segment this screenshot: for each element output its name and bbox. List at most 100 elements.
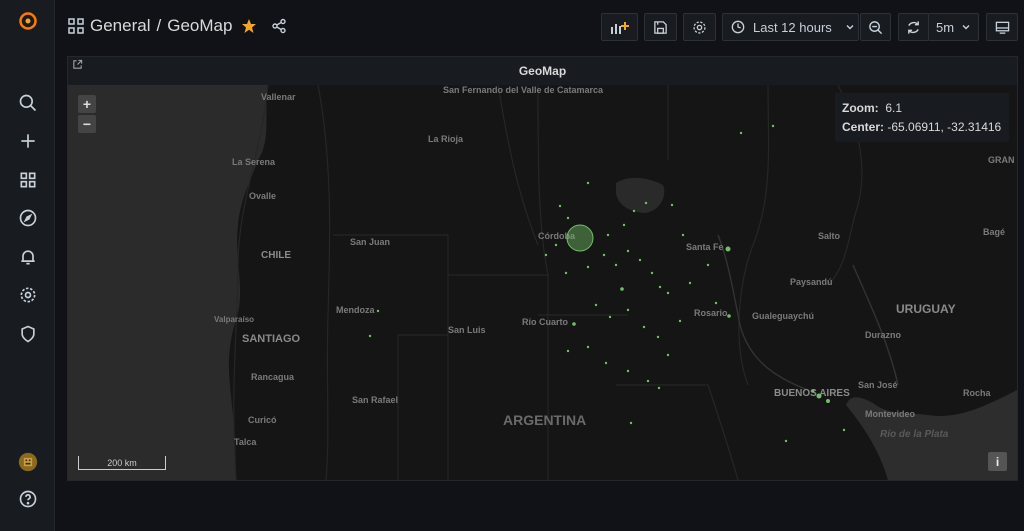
- save-icon: [653, 20, 668, 35]
- zoom-in-button[interactable]: +: [78, 95, 96, 113]
- add-panel-icon: [610, 19, 630, 35]
- data-marker[interactable]: [725, 246, 731, 252]
- alert-bell-icon[interactable]: [15, 244, 41, 270]
- data-marker[interactable]: [811, 389, 815, 393]
- sidebar: [0, 0, 55, 531]
- data-marker[interactable]: [642, 325, 646, 329]
- star-icon[interactable]: [241, 18, 257, 34]
- data-marker[interactable]: [544, 253, 548, 257]
- data-marker[interactable]: [586, 345, 590, 349]
- zoom-value: 6.1: [885, 101, 903, 115]
- external-link-icon[interactable]: [72, 59, 83, 70]
- data-marker[interactable]: [620, 287, 624, 291]
- chevron-down-icon: [961, 22, 971, 32]
- data-marker[interactable]: [594, 303, 598, 307]
- explore-icon[interactable]: [15, 205, 41, 231]
- zoom-out-time-button[interactable]: [860, 13, 891, 41]
- refresh-button[interactable]: [898, 13, 929, 41]
- data-marker[interactable]: [688, 281, 692, 285]
- data-marker[interactable]: [564, 271, 568, 275]
- data-marker[interactable]: [604, 361, 608, 365]
- zoom-out-button[interactable]: −: [78, 115, 96, 133]
- data-marker[interactable]: [650, 271, 654, 275]
- data-marker[interactable]: [608, 315, 612, 319]
- time-range-picker[interactable]: Last 12 hours: [722, 13, 859, 41]
- plus-icon[interactable]: [15, 128, 41, 154]
- tv-mode-button[interactable]: [986, 13, 1018, 41]
- grafana-logo-icon[interactable]: [15, 8, 41, 34]
- data-marker[interactable]: [376, 309, 380, 313]
- data-marker[interactable]: [626, 308, 630, 312]
- data-marker[interactable]: [566, 349, 570, 353]
- data-marker[interactable]: [816, 393, 822, 399]
- data-marker[interactable]: [606, 233, 610, 237]
- data-marker[interactable]: [739, 131, 743, 135]
- data-marker[interactable]: [727, 314, 731, 318]
- data-marker[interactable]: [638, 258, 642, 262]
- data-marker[interactable]: [670, 203, 674, 207]
- breadcrumb-folder[interactable]: General: [90, 16, 150, 36]
- geomap-panel: GeoMap Vallenar San Fernando del Valle d…: [67, 56, 1018, 481]
- data-marker[interactable]: [602, 253, 606, 257]
- data-marker[interactable]: [586, 265, 590, 269]
- data-marker[interactable]: [558, 204, 562, 208]
- data-marker[interactable]: [368, 334, 372, 338]
- settings-icon: [692, 20, 707, 35]
- zoom-out-icon: [868, 20, 883, 35]
- grid-icon: [68, 18, 84, 34]
- save-dashboard-button[interactable]: [644, 13, 677, 41]
- shield-icon[interactable]: [15, 321, 41, 347]
- help-icon[interactable]: [15, 486, 41, 512]
- data-marker[interactable]: [646, 379, 650, 383]
- data-marker[interactable]: [666, 353, 670, 357]
- center-label: Center:: [842, 120, 885, 134]
- clock-icon: [731, 20, 745, 34]
- data-marker[interactable]: [632, 209, 636, 213]
- data-marker[interactable]: [622, 223, 626, 227]
- data-marker[interactable]: [842, 428, 846, 432]
- data-marker-large[interactable]: [566, 224, 594, 252]
- marker-layer: [368, 124, 846, 443]
- breadcrumb: General / GeoMap: [68, 16, 287, 36]
- data-marker[interactable]: [614, 263, 618, 267]
- data-marker[interactable]: [572, 322, 576, 326]
- data-marker[interactable]: [566, 216, 570, 220]
- data-marker[interactable]: [666, 291, 670, 295]
- data-marker[interactable]: [658, 285, 662, 289]
- map-canvas[interactable]: Vallenar San Fernando del Valle de Catam…: [68, 85, 1017, 480]
- refresh-interval-picker[interactable]: 5m: [928, 13, 979, 41]
- panel-title: GeoMap: [518, 64, 567, 78]
- avatar[interactable]: [15, 449, 41, 475]
- data-marker[interactable]: [626, 369, 630, 373]
- data-marker[interactable]: [644, 201, 648, 205]
- data-marker[interactable]: [714, 301, 718, 305]
- data-marker[interactable]: [681, 233, 685, 237]
- data-marker[interactable]: [784, 439, 788, 443]
- data-marker[interactable]: [771, 124, 775, 128]
- data-marker[interactable]: [678, 319, 682, 323]
- breadcrumb-separator: /: [156, 16, 162, 35]
- data-marker[interactable]: [656, 335, 660, 339]
- markers: [368, 124, 846, 443]
- data-marker[interactable]: [554, 243, 558, 247]
- map-scale-bar: 200 km: [78, 456, 166, 470]
- tv-icon: [995, 20, 1010, 35]
- chevron-down-icon: [845, 22, 855, 32]
- data-marker[interactable]: [706, 263, 710, 267]
- search-icon[interactable]: [15, 90, 41, 116]
- data-marker[interactable]: [586, 181, 590, 185]
- attribution-button[interactable]: i: [988, 452, 1007, 471]
- panel-header[interactable]: GeoMap: [68, 57, 1017, 85]
- data-marker[interactable]: [629, 421, 633, 425]
- dashboard-title[interactable]: GeoMap: [167, 16, 232, 36]
- refresh-icon: [906, 20, 921, 35]
- gear-icon[interactable]: [15, 282, 41, 308]
- add-panel-button[interactable]: [601, 13, 638, 41]
- center-value: -65.06911, -32.31416: [887, 120, 1002, 134]
- dashboards-icon[interactable]: [15, 167, 41, 193]
- dashboard-settings-button[interactable]: [683, 13, 716, 41]
- data-marker[interactable]: [657, 386, 661, 390]
- data-marker[interactable]: [626, 249, 630, 253]
- share-icon[interactable]: [271, 18, 287, 34]
- data-marker[interactable]: [826, 399, 830, 403]
